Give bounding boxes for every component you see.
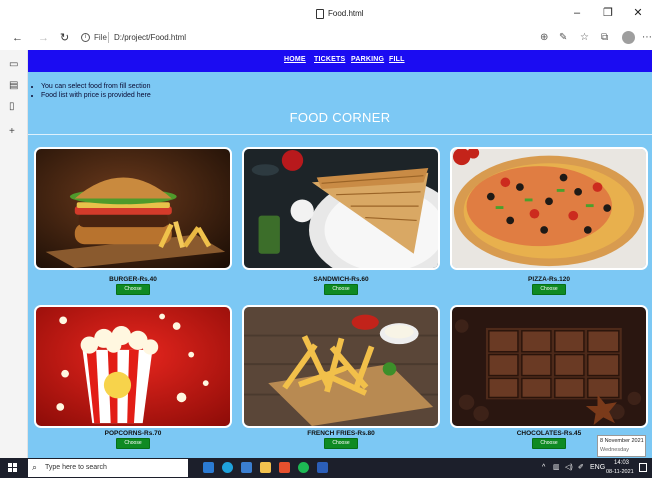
word-icon[interactable]	[317, 462, 328, 473]
pizza-image	[450, 147, 648, 270]
info-notes: You can select food from fill section Fo…	[34, 82, 151, 100]
read-aloud-icon[interactable]: ✎	[559, 32, 567, 44]
close-button[interactable]: ✕	[631, 6, 645, 20]
minimize-button[interactable]: –	[570, 6, 584, 20]
window-title-bar: Food.html – ❐ ✕	[0, 0, 652, 28]
taskbar-search-box[interactable]: ⌕ Type here to search	[28, 459, 188, 477]
food-label: SANDWICH-Rs.60	[313, 276, 369, 283]
zoom-icon[interactable]: ⊕	[540, 32, 548, 44]
food-label: PIZZA-Rs.120	[528, 276, 570, 283]
vertical-tabs-sidebar: ▭ ▤ ▯ +	[0, 50, 28, 458]
page-icon	[316, 9, 324, 19]
restore-button[interactable]: ❐	[601, 6, 615, 20]
search-icon: ⌕	[32, 462, 38, 472]
window-title: Food.html	[328, 9, 364, 18]
choose-popcorn-button[interactable]: Choose	[116, 438, 150, 449]
history-icon[interactable]: ▤	[9, 80, 18, 92]
food-label: FRENCH FRIES-Rs.80	[307, 430, 375, 437]
file-scheme-label: File	[94, 33, 107, 42]
date-tooltip: 8 November 2021 Wednesday	[597, 435, 646, 457]
page-heading: FOOD CORNER	[289, 110, 391, 125]
pen-icon[interactable]: ✐	[578, 463, 584, 473]
tray-chevron-icon[interactable]: ^	[542, 463, 545, 473]
choose-french-fries-button[interactable]: Choose	[324, 438, 358, 449]
browser-toolbar: ← → ↻ i File D:/project/Food.html ⊕ ✎ ☆ …	[0, 28, 652, 50]
heading-divider	[28, 134, 652, 135]
task-view-icon[interactable]	[241, 462, 252, 473]
refresh-icon[interactable]: ↻	[60, 31, 69, 45]
chocolates-image	[450, 305, 648, 428]
food-label: POPCORNS-Rs.70	[104, 430, 162, 437]
add-icon[interactable]: +	[9, 126, 15, 138]
tooltip-date: 8 November 2021	[600, 438, 644, 444]
nav-fill-link[interactable]: FILL	[389, 56, 405, 63]
clock-date[interactable]: 08-11-2021	[606, 469, 634, 475]
back-icon[interactable]: ←	[12, 31, 23, 45]
office-icon[interactable]	[279, 462, 290, 473]
search-placeholder: Type here to search	[45, 464, 107, 471]
address-bar-url[interactable]: D:/project/Food.html	[114, 33, 186, 42]
spotify-icon[interactable]	[298, 462, 309, 473]
language-indicator[interactable]: ENG	[590, 463, 605, 473]
notification-icon[interactable]	[639, 463, 647, 472]
tab-actions-icon[interactable]: ▭	[9, 59, 18, 71]
edge-icon[interactable]	[222, 462, 233, 473]
choose-sandwich-button[interactable]: Choose	[324, 284, 358, 295]
info-icon[interactable]: i	[81, 33, 90, 42]
nav-home-link[interactable]: HOME	[284, 56, 306, 63]
windows-start-icon[interactable]	[8, 463, 18, 473]
choose-pizza-button[interactable]: Choose	[532, 284, 566, 295]
collections-icon[interactable]: ⧉	[601, 32, 608, 44]
note-item: You can select food from fill section	[41, 82, 151, 91]
burger-image	[34, 147, 232, 270]
food-label: BURGER-Rs.40	[109, 276, 157, 283]
site-navbar: HOME TICKETS PARKING FILL	[28, 50, 652, 72]
profile-avatar[interactable]	[622, 31, 635, 44]
forward-icon[interactable]: →	[38, 31, 49, 45]
choose-burger-button[interactable]: Choose	[116, 284, 150, 295]
network-icon[interactable]: ▥	[553, 463, 560, 473]
nav-parking-link[interactable]: PARKING	[351, 56, 384, 63]
popcorn-image	[34, 305, 232, 428]
address-divider	[108, 32, 109, 43]
clock-time[interactable]: 14:03	[614, 460, 629, 466]
favorite-icon[interactable]: ☆	[580, 32, 589, 44]
tooltip-day: Wednesday	[600, 447, 629, 453]
choose-chocolates-button[interactable]: Choose	[532, 438, 566, 449]
store-icon[interactable]	[203, 462, 214, 473]
nav-tickets-link[interactable]: TICKETS	[314, 56, 345, 63]
file-explorer-icon[interactable]	[260, 462, 271, 473]
page-tab-icon[interactable]: ▯	[9, 101, 15, 113]
french-fries-image	[242, 305, 440, 428]
sandwich-image	[242, 147, 440, 270]
more-icon[interactable]: ⋯	[642, 32, 652, 44]
volume-icon[interactable]: ◁)	[565, 463, 573, 473]
page-viewport: HOME TICKETS PARKING FILL You can select…	[28, 50, 652, 458]
note-item: Food list with price is provided here	[41, 91, 151, 100]
windows-taskbar: ⌕ Type here to search ^ ▥ ◁) ✐ ENG 14:03…	[0, 458, 652, 478]
